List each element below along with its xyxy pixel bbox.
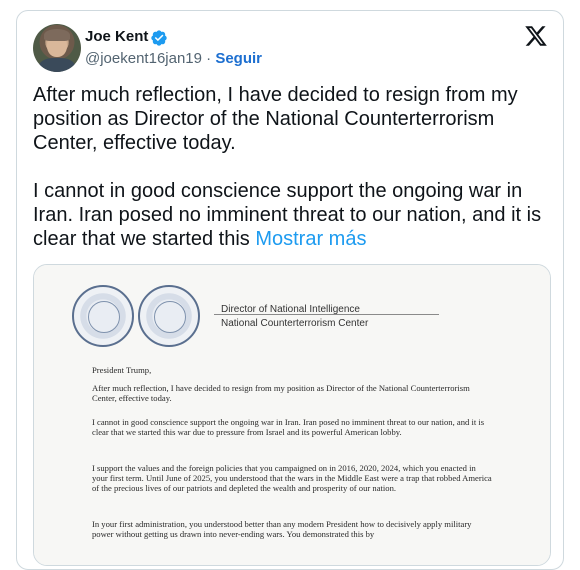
letter-paragraph-4: In your first administration, you unders… [92,519,472,540]
verified-badge-icon [151,30,167,46]
nctc-seal-icon [138,285,200,347]
letter-paragraph-2: I cannot in good conscience support the … [92,417,485,438]
show-more-link[interactable]: Mostrar más [255,228,366,250]
letter-paragraph-1: After much reflection, I have decided to… [92,383,470,404]
author-handle[interactable]: @joekent16jan19 [85,50,202,67]
tweet-media-image[interactable]: Director of National Intelligence Nation… [33,264,551,566]
author-avatar[interactable] [33,24,81,72]
dni-seal-icon [72,285,134,347]
header-divider [214,314,439,315]
handle-separator: · [206,50,212,67]
follow-button[interactable]: Seguir [215,50,262,67]
resignation-letter-image: Director of National Intelligence Nation… [34,265,550,565]
letter-salutation: President Trump, [92,365,152,375]
author-name[interactable]: Joe Kent [85,28,148,46]
tweet-body: After much reflection, I have decided to… [33,84,542,250]
letter-header-line2: National Counterterrorism Center [221,318,369,329]
x-logo-icon[interactable] [524,24,548,48]
tweet-text: After much reflection, I have decided to… [33,83,553,251]
tweet-card: Joe Kent @joekent16jan19 · Seguir After … [16,10,564,570]
author-handle-row: @joekent16jan19 · Seguir [85,50,262,68]
letter-paragraph-3: I support the values and the foreign pol… [92,463,492,494]
